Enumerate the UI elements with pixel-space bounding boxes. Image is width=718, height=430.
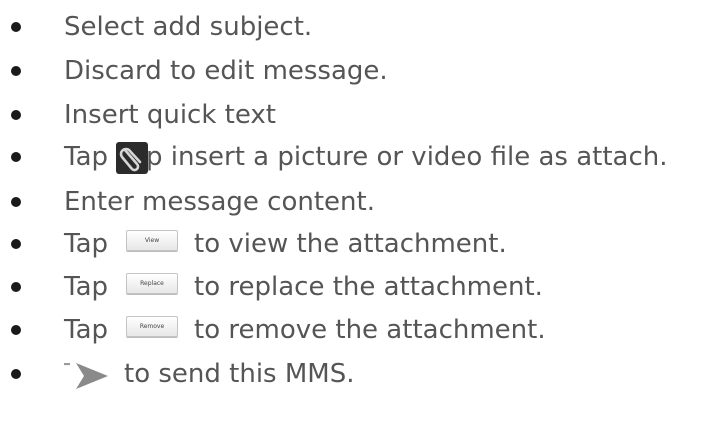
bullet xyxy=(11,197,21,207)
tap-word: Tap xyxy=(64,142,109,172)
list-item-text: Tap p insert a picture or video file as … xyxy=(64,141,668,174)
bullet xyxy=(11,282,21,292)
bullet xyxy=(11,325,21,335)
tap-word: Tap xyxy=(64,229,109,259)
remove-button: Remove xyxy=(126,315,179,337)
list-item: Discard to edit message. xyxy=(0,49,718,93)
list-item-continuation: p insert a picture or video file as atta… xyxy=(146,142,668,172)
list-item: Enter message content. xyxy=(0,180,718,224)
paperclip-icon xyxy=(116,142,149,174)
bullet xyxy=(11,152,21,162)
list-item-text: Enter message content. xyxy=(64,187,375,217)
list-item: T to send this MMS. xyxy=(0,352,718,396)
list-item-continuation: to remove the attachment. xyxy=(194,315,546,345)
bullet xyxy=(11,22,21,32)
view-button: View xyxy=(126,229,179,251)
list-item-text: Tap View to view the attachment. xyxy=(64,229,507,259)
list-item-text: T to send this MMS. xyxy=(64,359,355,389)
tap-word: Tap xyxy=(64,315,109,345)
list-item-text: Select add subject. xyxy=(64,12,313,42)
list-item-text: Discard to edit message. xyxy=(64,56,388,86)
list-item: Select add subject. xyxy=(0,5,718,49)
bullet xyxy=(11,369,21,379)
list-item-text: Tap Remove to remove the attachment. xyxy=(64,315,546,345)
replace-button: Replace xyxy=(126,272,179,294)
send-arrow-icon xyxy=(72,361,112,391)
bullet xyxy=(11,110,21,120)
list-item-text: Insert quick text xyxy=(64,100,276,130)
list-item: Tap p insert a picture or video file as … xyxy=(0,135,718,179)
tap-word: Tap xyxy=(64,272,109,302)
list-item: Tap Replace to replace the attachment. xyxy=(0,265,718,309)
list-item: Tap Remove to remove the attachment. xyxy=(0,308,718,352)
list-item-continuation: to view the attachment. xyxy=(194,229,507,259)
list-item-continuation: to send this MMS. xyxy=(124,359,355,389)
bullet xyxy=(11,66,21,76)
bullet xyxy=(11,239,21,249)
list-item: Tap View to view the attachment. xyxy=(0,222,718,266)
list-item-continuation: to replace the attachment. xyxy=(194,272,543,302)
list-item-text: Tap Replace to replace the attachment. xyxy=(64,272,543,302)
list-item: Insert quick text xyxy=(0,93,718,137)
tap-word: T xyxy=(64,359,70,389)
